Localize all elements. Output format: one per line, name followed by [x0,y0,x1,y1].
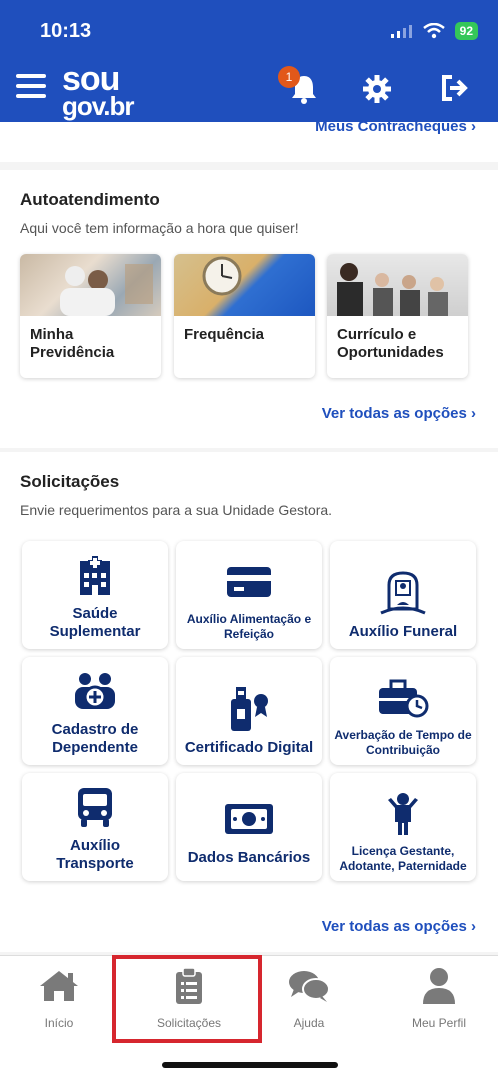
card-label: Currículo e Oportunidades [337,326,444,361]
app-logo: sou gov.br [62,60,135,122]
app-header: 10:13 92 sou gov.br 1 [0,0,498,132]
request-label: Cadastro de Dependente [51,721,139,756]
nav-label: Início [44,1016,74,1030]
wifi-icon [422,23,445,39]
request-auxilio-alimentacao[interactable]: Auxílio Alimentação e Refeição [176,541,322,649]
request-certificado-digital[interactable]: Certificado Digital [176,657,322,765]
notifications-button[interactable]: 1 [278,66,318,109]
request-label: Auxílio Alimentação e Refeição [186,612,312,641]
request-label: Auxílio Transporte [56,837,134,872]
certificate-icon [231,687,268,731]
section-title: Autoatendimento [20,190,160,209]
request-label: Certificado Digital [184,739,314,756]
request-label: Averbação de Tempo de Contribuição [334,728,472,757]
status-icons: 92 [390,22,478,40]
request-cadastro-dependente[interactable]: Cadastro de Dependente [22,657,168,765]
request-auxilio-transporte[interactable]: Auxílio Transporte [22,773,168,881]
request-label: Licença Gestante, Adotante, Paternidade [339,844,467,873]
office-people-photo [327,254,468,316]
request-auxilio-funeral[interactable]: Auxílio Funeral [330,541,476,649]
user-icon [423,968,455,1004]
logout-icon [442,75,468,101]
person-icon [388,793,418,836]
nav-inicio[interactable]: Início [4,966,114,1030]
nav-meu-perfil[interactable]: Meu Perfil [384,966,494,1030]
request-label: Auxílio Funeral [348,623,458,640]
battery-level: 92 [454,22,478,40]
request-averbacao-tempo[interactable]: Averbação de Tempo de Contribuição [330,657,476,765]
gear-icon [363,75,391,103]
banknote-icon [225,804,273,834]
logout-button[interactable] [440,74,470,107]
request-label: Dados Bancários [187,849,311,866]
card-label: Minha Previdência [30,326,115,361]
previous-section: Meus Contracheques › [0,118,498,162]
menu-icon [16,74,46,78]
clock-photo [174,254,315,316]
see-all-solicitacoes-link[interactable]: Ver todas as opções › [322,918,476,935]
section-subtitle: Aqui você tem informação a hora que quis… [20,220,299,236]
card-curriculo[interactable]: Currículo e Oportunidades [327,254,468,378]
chat-icon [289,971,330,1002]
section-title: Solicitações [20,472,120,491]
card-minha-previdencia[interactable]: Minha Previdência [20,254,161,378]
nav-label: Ajuda [293,1016,325,1030]
nav-label: Meu Perfil [411,1016,467,1030]
menu-button[interactable] [16,74,46,100]
see-all-autoatendimento-link[interactable]: Ver todas as opções › [322,405,476,422]
add-dependent-icon [75,673,115,709]
card-label: Frequência [184,326,265,343]
home-icon [40,971,78,1001]
bus-icon [78,788,112,827]
contracheques-link[interactable]: Meus Contracheques › [315,118,476,135]
tombstone-icon [380,571,426,615]
status-time: 10:13 [40,20,92,42]
request-saude-suplementar[interactable]: Saúde Suplementar [22,541,168,649]
hospital-icon [80,556,110,595]
elderly-couple-photo [20,254,161,316]
card-icon [227,567,271,598]
briefcase-clock-icon [379,679,429,718]
card-frequencia[interactable]: Frequência [174,254,315,378]
notification-badge: 1 [278,66,300,88]
home-indicator [162,1062,338,1068]
nav-ajuda[interactable]: Ajuda [254,966,364,1030]
signal-icon [390,25,412,38]
request-dados-bancarios[interactable]: Dados Bancários [176,773,322,881]
settings-button[interactable] [362,74,392,109]
section-subtitle: Envie requerimentos para a sua Unidade G… [20,502,333,518]
highlight-box [112,955,262,1043]
request-licenca-gestante[interactable]: Licença Gestante, Adotante, Paternidade [330,773,476,881]
request-label: Saúde Suplementar [49,605,141,640]
